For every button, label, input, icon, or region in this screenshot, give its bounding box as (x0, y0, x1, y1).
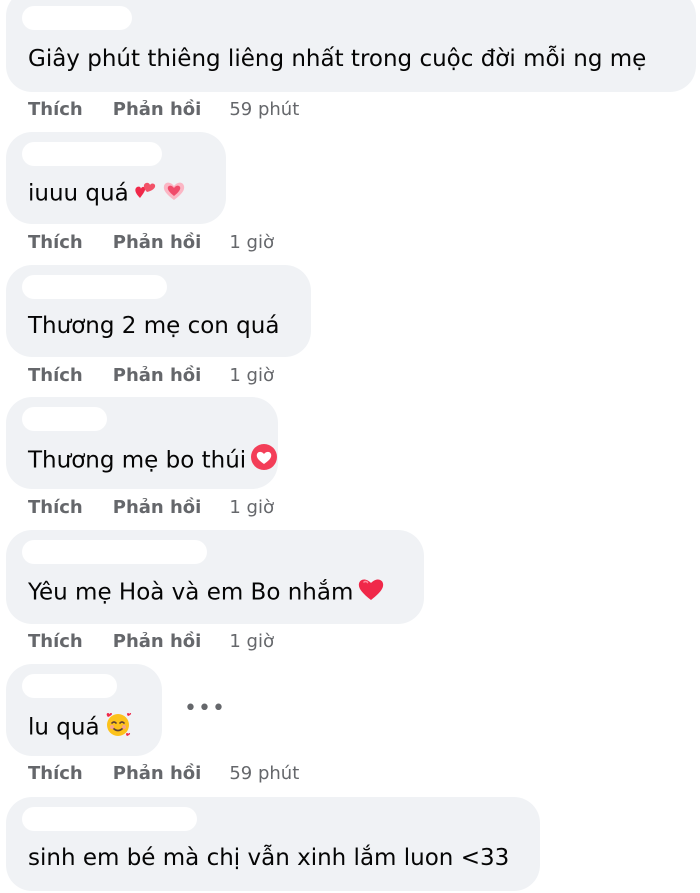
comment-timestamp[interactable]: 1 giờ (229, 232, 274, 253)
comment-bubble: Yêu mẹ Hoà và em Bo nhắm (6, 530, 424, 624)
like-button[interactable]: Thích (28, 365, 83, 386)
growing-heart-icon (161, 178, 187, 210)
more-options-button[interactable]: ••• (184, 696, 226, 721)
reply-button[interactable]: Phản hồi (113, 497, 202, 518)
comment-bubble: Thương mẹ bo thúi (6, 397, 278, 489)
red-heart-icon (357, 576, 385, 610)
commenter-name-redacted[interactable] (22, 142, 162, 166)
comment-text-content: Yêu mẹ Hoà và em Bo nhắm (28, 579, 354, 606)
comment-timestamp[interactable]: 1 giờ (229, 497, 274, 518)
comment-text-content: iuuu quá (28, 180, 129, 207)
two-hearts-icon (133, 178, 157, 210)
like-button[interactable]: Thích (28, 497, 83, 518)
commenter-name-redacted[interactable] (22, 674, 117, 698)
like-button[interactable]: Thích (28, 99, 83, 120)
comment-text: sinh em bé mà chị vẫn xinh lắm luon <33 (28, 845, 510, 871)
comment-text: iuuu quá (28, 178, 187, 210)
commenter-name-redacted[interactable] (22, 407, 107, 431)
reply-button[interactable]: Phản hồi (113, 365, 202, 386)
comment-bubble: Giây phút thiêng liêng nhất trong cuộc đ… (6, 0, 696, 92)
comment-bubble: lu quá (6, 664, 162, 756)
comment-actions: Thích Phản hồi 1 giờ (28, 365, 274, 387)
comment-text: Giây phút thiêng liêng nhất trong cuộc đ… (28, 46, 647, 72)
comment-actions: Thích Phản hồi 1 giờ (28, 497, 274, 519)
commenter-name-redacted[interactable] (22, 275, 167, 299)
comment-timestamp[interactable]: 59 phút (229, 763, 299, 784)
like-button[interactable]: Thích (28, 631, 83, 652)
reply-button[interactable]: Phản hồi (113, 763, 202, 784)
reply-button[interactable]: Phản hồi (113, 631, 202, 652)
comment-actions: Thích Phản hồi 59 phút (28, 99, 299, 121)
comment-bubble: iuuu quá (6, 132, 226, 224)
comment-text: Yêu mẹ Hoà và em Bo nhắm (28, 576, 385, 610)
commenter-name-redacted[interactable] (22, 6, 132, 30)
love-reaction-icon (250, 443, 278, 479)
commenter-name-redacted[interactable] (22, 807, 197, 831)
comment-timestamp[interactable]: 1 giờ (229, 365, 274, 386)
comment-timestamp[interactable]: 59 phút (229, 99, 299, 120)
like-button[interactable]: Thích (28, 232, 83, 253)
comment-text: Thương 2 mẹ con quá (28, 313, 280, 339)
like-button[interactable]: Thích (28, 763, 83, 784)
comment-text: lu quá (28, 710, 132, 746)
comment-timestamp[interactable]: 1 giờ (229, 631, 274, 652)
comment-text-content: Thương mẹ bo thúi (28, 447, 247, 474)
reply-button[interactable]: Phản hồi (113, 99, 202, 120)
comment-text: Thương mẹ bo thúi (28, 443, 278, 479)
commenter-name-redacted[interactable] (22, 540, 207, 564)
reply-button[interactable]: Phản hồi (113, 232, 202, 253)
comment-bubble: sinh em bé mà chị vẫn xinh lắm luon <33 (6, 797, 540, 891)
comment-actions: Thích Phản hồi 1 giờ (28, 232, 274, 254)
comment-bubble: Thương 2 mẹ con quá (6, 265, 311, 357)
comment-actions: Thích Phản hồi 59 phút (28, 763, 299, 785)
comment-actions: Thích Phản hồi 1 giờ (28, 631, 274, 653)
smiling-face-with-hearts-icon (104, 710, 132, 746)
comment-text-content: lu quá (28, 714, 100, 741)
